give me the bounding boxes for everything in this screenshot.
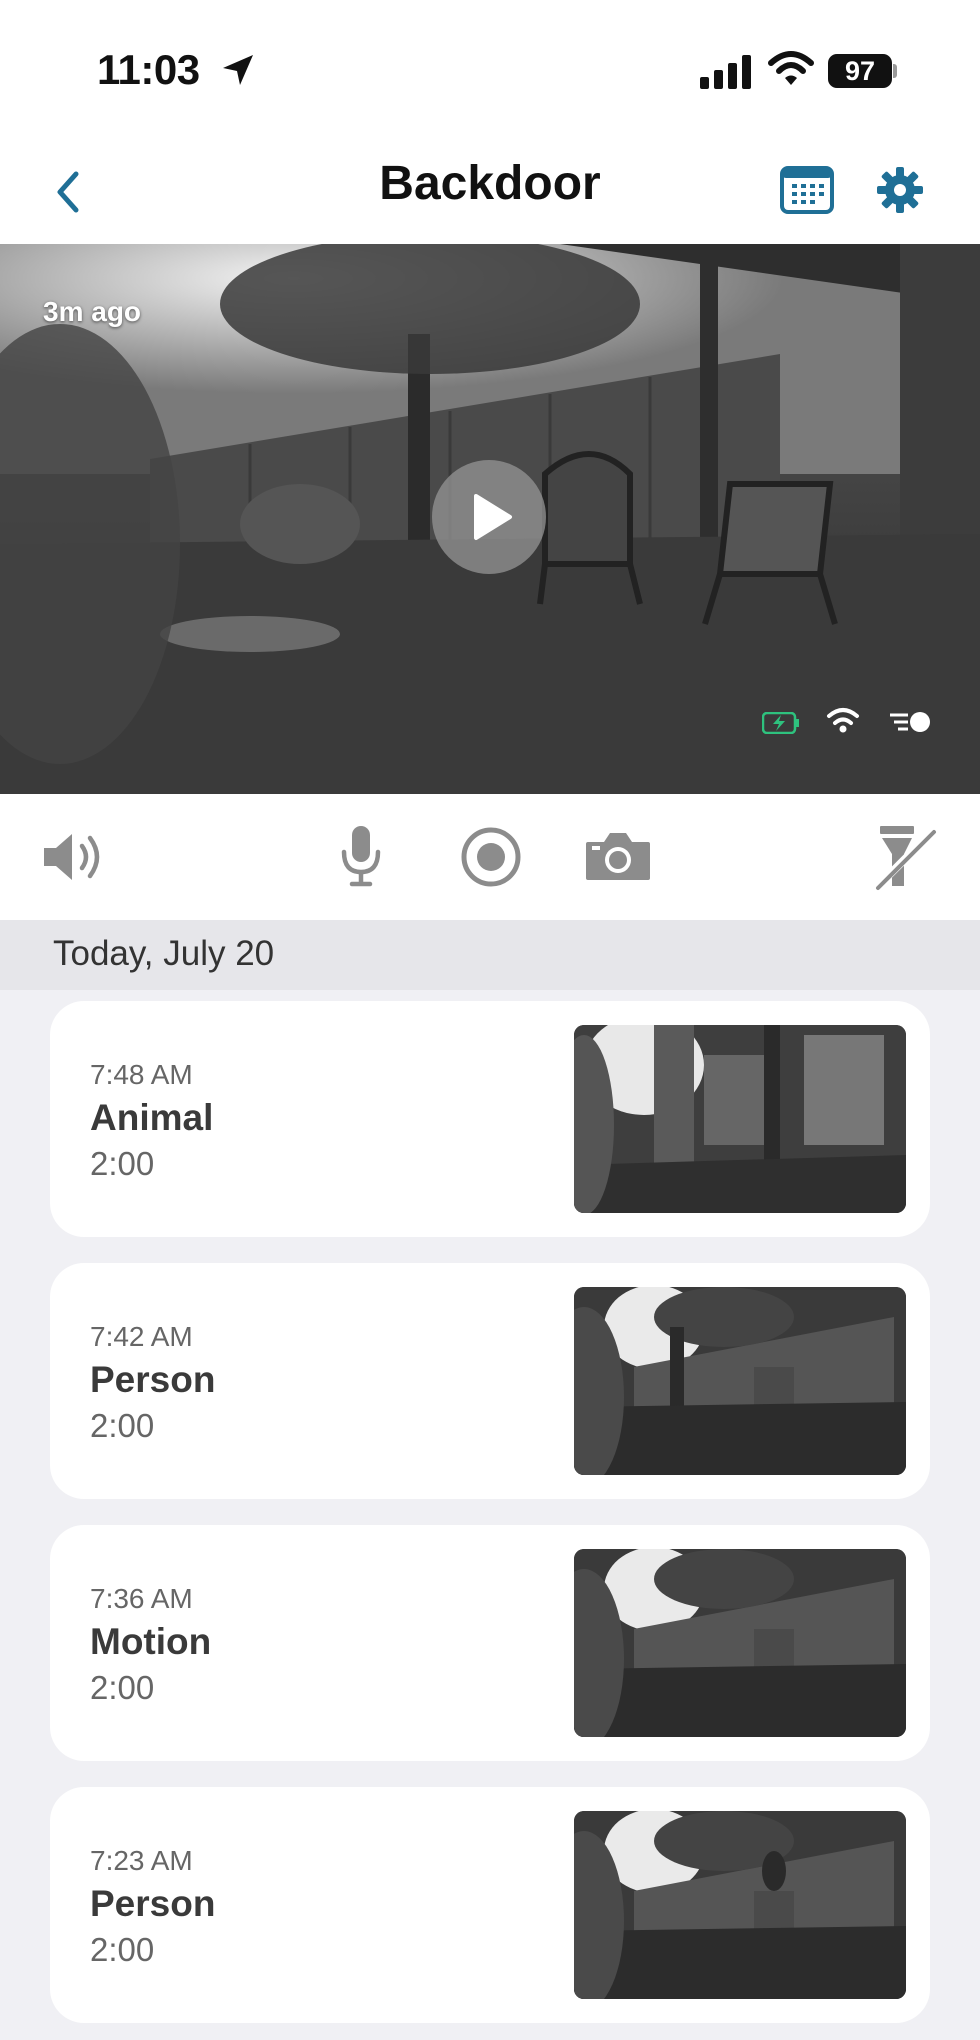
- event-card[interactable]: 7:42 AM Person 2:00: [50, 1263, 930, 1499]
- event-type: Person: [90, 1883, 216, 1924]
- wifi-icon: [768, 51, 814, 85]
- event-card[interactable]: 7:48 AM Animal 2:00: [50, 1001, 930, 1237]
- camera-controls-bar: [0, 794, 980, 920]
- section-date-label: Today, July 20: [53, 934, 275, 973]
- event-type: Motion: [90, 1621, 212, 1662]
- nav-bar: Backdoor: [0, 140, 980, 244]
- event-time: 7:42 AM: [90, 1321, 193, 1352]
- event-card[interactable]: 7:23 AM Person 2:00: [50, 1787, 930, 2023]
- speaker-icon[interactable]: [40, 828, 108, 886]
- event-type: Animal: [90, 1097, 214, 1138]
- play-icon: [474, 494, 512, 540]
- location-arrow-icon: [223, 55, 253, 85]
- calendar-icon[interactable]: [780, 164, 834, 216]
- event-card[interactable]: 7:36 AM Motion 2:00: [50, 1525, 930, 1761]
- event-duration: 2:00: [90, 1669, 155, 1706]
- thumbnail-image: [574, 1287, 906, 1475]
- live-camera-view[interactable]: 3m ago: [0, 244, 980, 794]
- thumbnail-image: [574, 1811, 906, 1999]
- event-duration: 2:00: [90, 1407, 155, 1444]
- thumbnail-image: [574, 1025, 906, 1213]
- snapshot-camera-icon[interactable]: [584, 830, 652, 882]
- gear-icon[interactable]: [874, 164, 926, 216]
- event-duration: 2:00: [90, 1145, 155, 1182]
- play-button[interactable]: [432, 460, 546, 574]
- event-thumbnail[interactable]: [574, 1025, 906, 1213]
- last-update-label: 3m ago: [43, 296, 142, 327]
- event-time: 7:23 AM: [90, 1845, 193, 1876]
- camera-battery-charging-icon: [762, 712, 799, 734]
- event-time: 7:48 AM: [90, 1059, 193, 1090]
- event-time: 7:36 AM: [90, 1583, 193, 1614]
- status-time: 11:03: [97, 46, 200, 93]
- camera-wifi-icon: [827, 708, 859, 733]
- spotlight-toggle-icon: [890, 712, 930, 732]
- battery-indicator: 97: [828, 54, 892, 88]
- event-duration: 2:00: [90, 1931, 155, 1968]
- flashlight-off-icon[interactable]: [872, 822, 938, 892]
- cellular-signal-icon: [700, 55, 751, 89]
- event-type: Person: [90, 1359, 216, 1400]
- record-icon[interactable]: [460, 826, 522, 888]
- battery-tip: [893, 64, 897, 78]
- microphone-icon[interactable]: [338, 824, 384, 888]
- date-section-header: Today, July 20: [0, 920, 980, 990]
- event-thumbnail[interactable]: [574, 1811, 906, 1999]
- event-thumbnail[interactable]: [574, 1287, 906, 1475]
- status-bar: 11:03 97: [0, 0, 980, 140]
- thumbnail-image: [574, 1549, 906, 1737]
- event-thumbnail[interactable]: [574, 1549, 906, 1737]
